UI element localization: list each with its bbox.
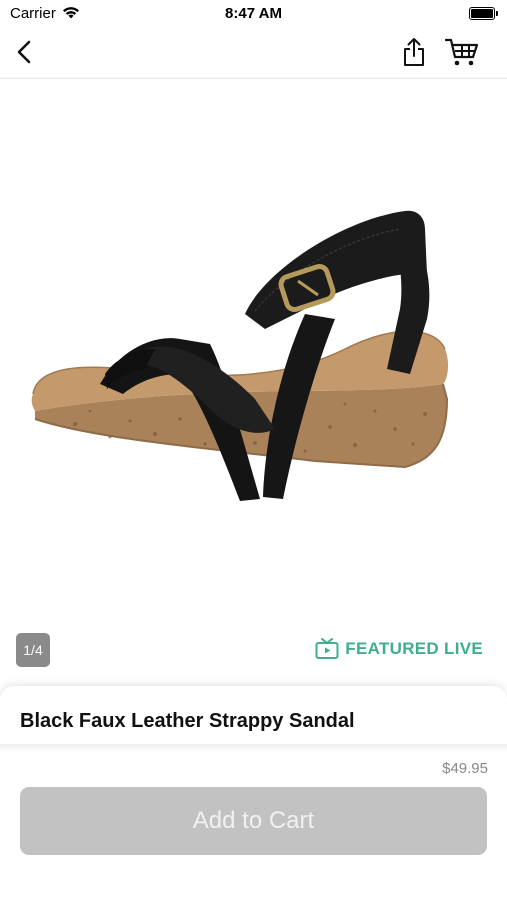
product-image-gallery[interactable] <box>0 79 507 689</box>
cart-icon <box>445 38 479 66</box>
featured-live-badge[interactable]: FEATURED LIVE <box>315 638 483 660</box>
product-price: $49.95 <box>442 760 488 777</box>
status-bar: Carrier 8:47 AM <box>0 0 507 28</box>
share-button[interactable] <box>392 28 436 76</box>
cart-button[interactable] <box>440 28 484 76</box>
nav-bar <box>0 28 507 79</box>
product-image <box>31 210 449 501</box>
back-button[interactable] <box>2 28 46 76</box>
image-counter: 1/4 <box>16 633 50 667</box>
divider <box>0 744 507 752</box>
add-to-cart-button[interactable]: Add to Cart <box>20 787 487 855</box>
product-info-sheet: Black Faux Leather Strappy Sandal $49.95… <box>0 686 507 900</box>
battery-icon <box>469 7 498 20</box>
tv-icon <box>315 638 339 659</box>
clock: 8:47 AM <box>225 5 282 22</box>
share-icon <box>404 38 424 66</box>
featured-live-label: FEATURED LIVE <box>345 639 483 658</box>
chevron-left-icon <box>17 40 31 64</box>
product-title: Black Faux Leather Strappy Sandal <box>20 710 355 732</box>
